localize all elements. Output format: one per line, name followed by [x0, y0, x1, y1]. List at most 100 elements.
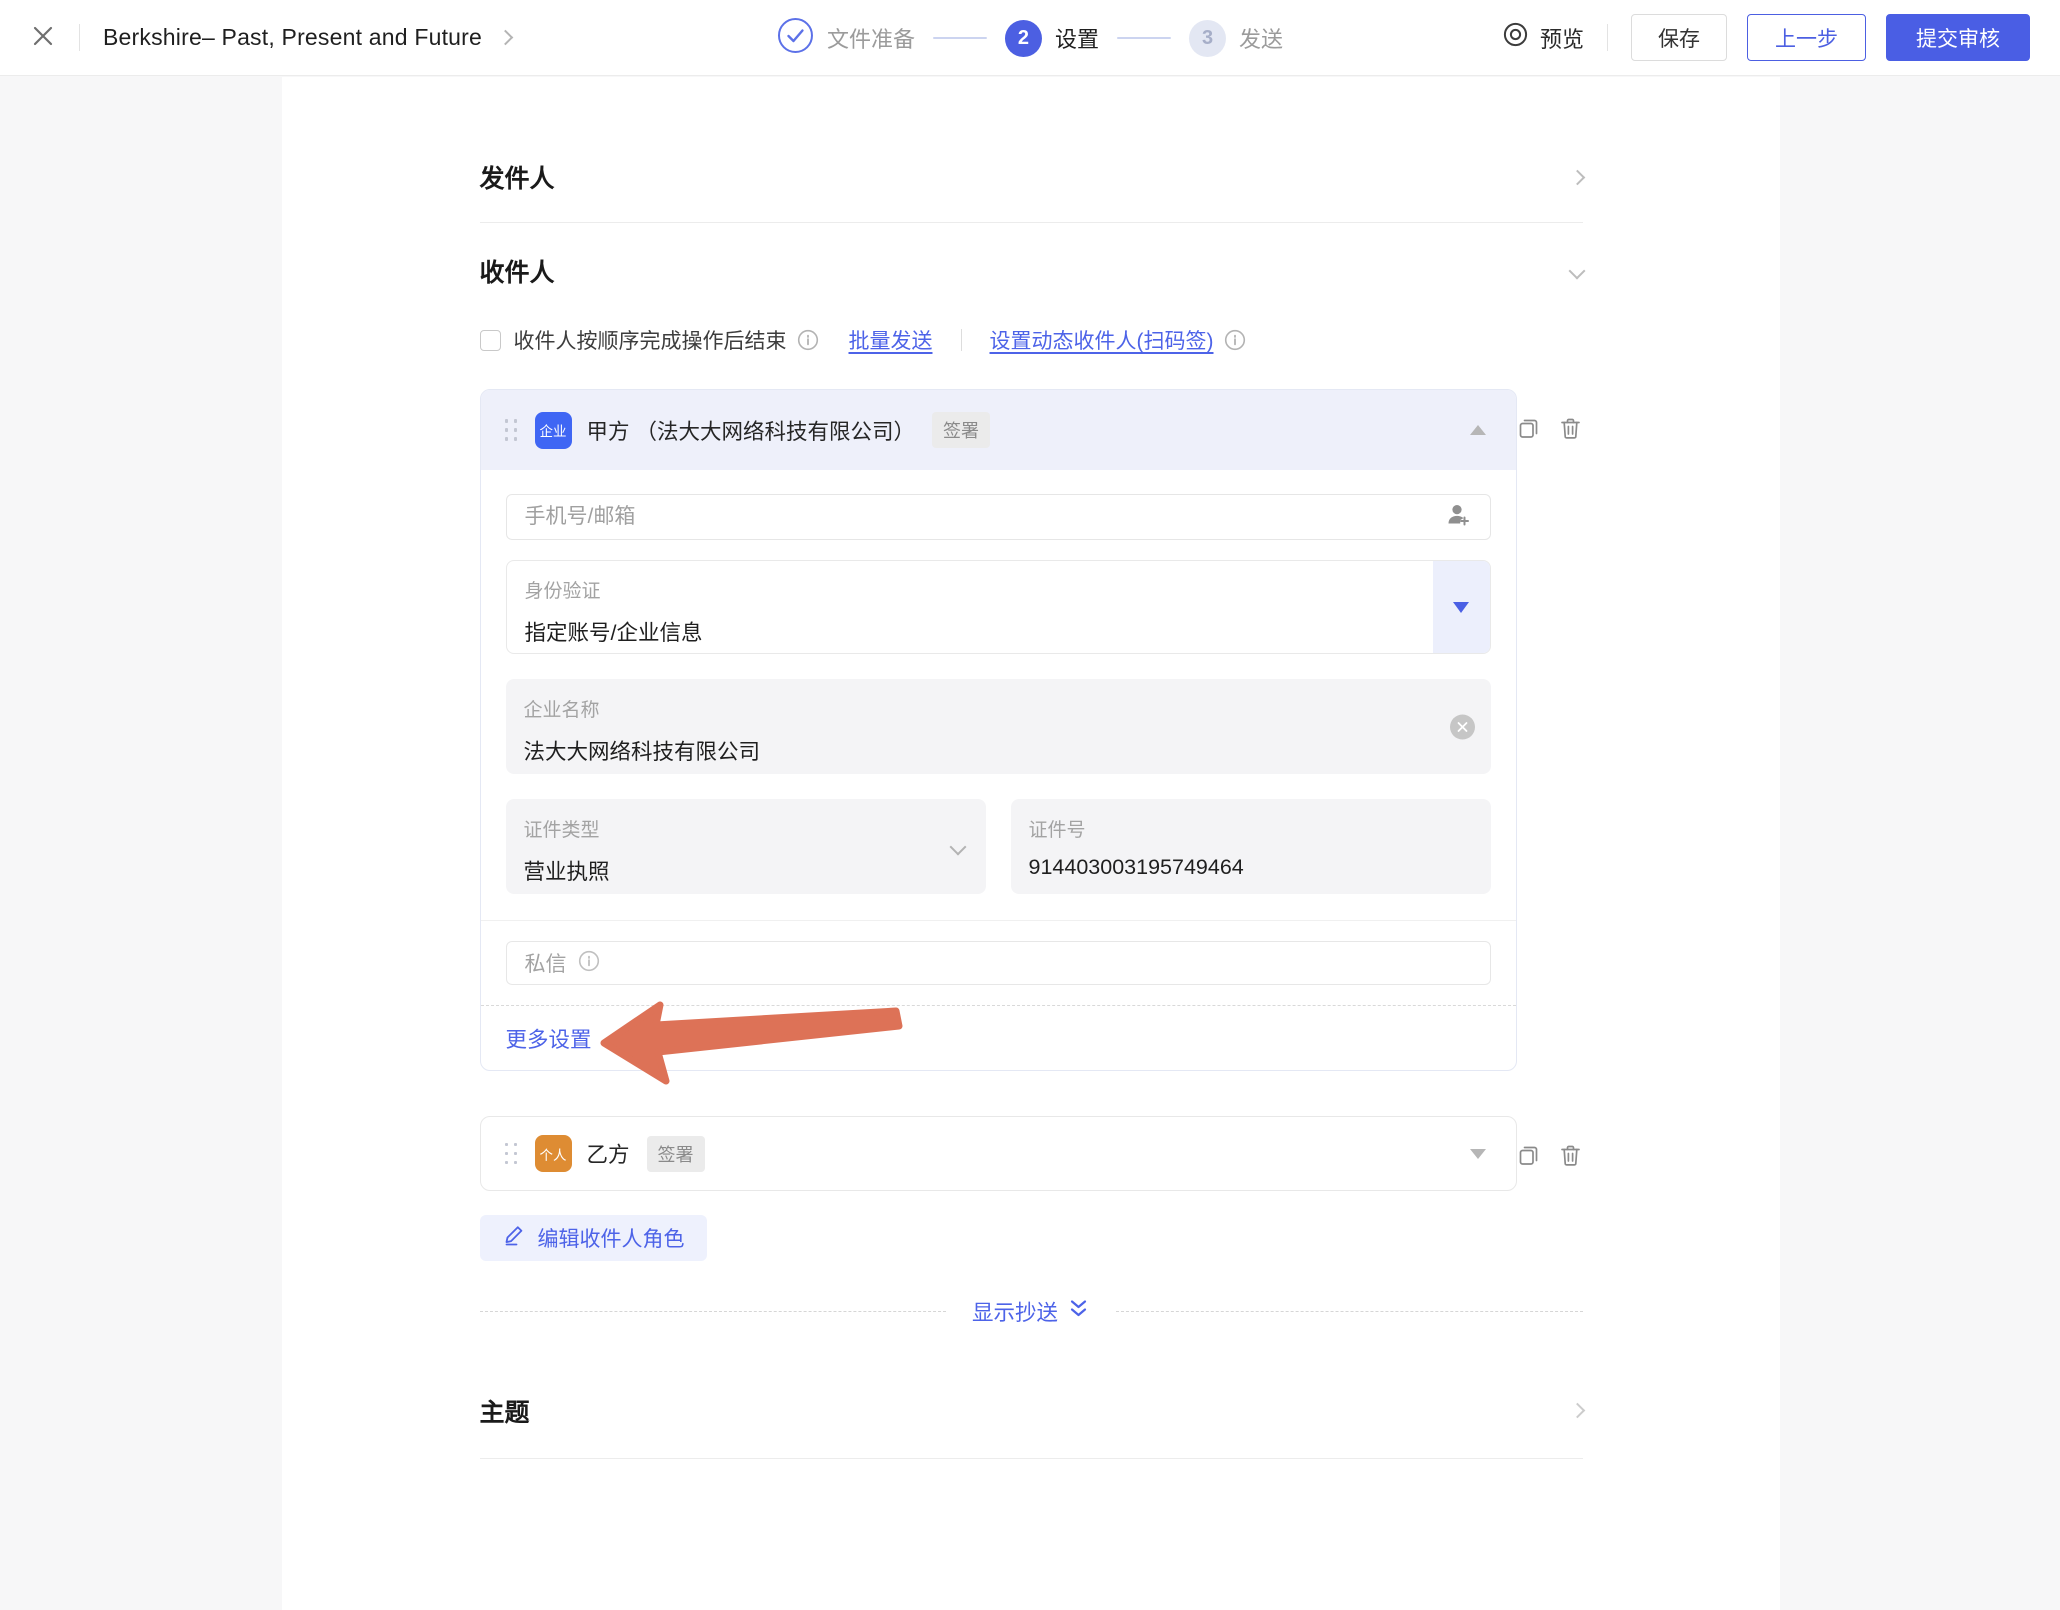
- dynamic-recipient-info-icon[interactable]: [1224, 329, 1246, 351]
- sender-expand-chevron-right-icon[interactable]: [1569, 169, 1585, 185]
- company-name-label: 企业名称: [524, 695, 1473, 722]
- send-settings-page: Berkshire– Past, Present and Future 文件准备…: [0, 0, 2060, 1610]
- duplicate-recipient-icon[interactable]: [1516, 1143, 1541, 1173]
- certificate-number-label: 证件号: [1029, 815, 1473, 842]
- step-label: 设置: [1055, 22, 1099, 54]
- order-finish-info-icon[interactable]: [797, 329, 819, 351]
- private-message-row: 私信: [481, 921, 1516, 1005]
- certificate-type-select[interactable]: 证件类型 营业执照: [506, 799, 986, 894]
- step-indicator: 文件准备 2 设置 3 发送: [777, 0, 1283, 76]
- content-panel: 发件人 收件人 收件人按顺序完成操作后结束 批量发送: [282, 77, 1780, 1610]
- top-bar: Berkshire– Past, Present and Future 文件准备…: [0, 0, 2060, 76]
- order-finish-checkbox[interactable]: [480, 330, 501, 351]
- sender-section-header[interactable]: 发件人: [480, 132, 1583, 222]
- collapse-triangle-up-icon[interactable]: [1470, 425, 1486, 435]
- preview-button[interactable]: 预览: [1502, 21, 1584, 54]
- step-label: 文件准备: [827, 22, 915, 54]
- step-connector: [1117, 37, 1171, 39]
- edit-pencil-icon: [502, 1223, 526, 1253]
- step-number-badge: 3: [1189, 20, 1226, 57]
- certificate-row: 证件类型 营业执照 证件号 914403003195749464: [506, 799, 1491, 894]
- close-icon: [30, 23, 56, 52]
- cc-dashed-line: [1116, 1311, 1583, 1312]
- recipient-card-2-actions: [1516, 1143, 1583, 1173]
- company-name-value: 法大大网络科技有限公司: [524, 735, 1473, 766]
- dynamic-recipient-link[interactable]: 设置动态收件人(扫码签): [990, 325, 1214, 355]
- drag-handle-icon[interactable]: [505, 419, 518, 441]
- close-button[interactable]: [30, 23, 56, 52]
- delete-recipient-trash-icon[interactable]: [1558, 416, 1583, 446]
- recipient-card-1-header[interactable]: 企业 甲方 （法大大网络科技有限公司） 签署: [481, 390, 1516, 470]
- subject-section-title: 主题: [480, 1393, 530, 1429]
- sign-action-tag: 签署: [647, 1136, 705, 1172]
- step-number-badge: 2: [1005, 20, 1042, 57]
- delete-recipient-trash-icon[interactable]: [1558, 1143, 1583, 1173]
- recipient-section-title: 收件人: [480, 253, 555, 289]
- recipient-card-1-wrapper: 企业 甲方 （法大大网络科技有限公司） 签署: [480, 389, 1583, 1071]
- show-cc-link[interactable]: 显示抄送: [972, 1296, 1090, 1327]
- subject-expand-chevron-right-icon[interactable]: [1569, 1403, 1585, 1419]
- recipient-name: 甲方 （法大大网络科技有限公司）: [587, 415, 915, 446]
- private-message-label: 私信: [525, 948, 567, 978]
- clear-company-button[interactable]: [1450, 714, 1475, 739]
- expand-triangle-down-icon[interactable]: [1470, 1149, 1486, 1159]
- duplicate-recipient-icon[interactable]: [1516, 416, 1541, 446]
- certificate-type-label: 证件类型: [524, 815, 968, 842]
- document-title: Berkshire– Past, Present and Future: [103, 24, 482, 51]
- step-settings: 2 设置: [1005, 20, 1099, 57]
- recipient-card-2-wrapper: 个人 乙方 签署: [480, 1116, 1583, 1191]
- top-bar-left: Berkshire– Past, Present and Future: [30, 23, 511, 52]
- sign-action-tag: 签署: [932, 412, 990, 448]
- previous-step-button[interactable]: 上一步: [1747, 14, 1866, 61]
- recipient-name: 乙方: [587, 1138, 630, 1169]
- preview-icon: [1502, 21, 1529, 54]
- show-cc-label: 显示抄送: [972, 1296, 1058, 1327]
- identity-dropdown-strip[interactable]: [1433, 561, 1490, 653]
- recipient-section-header[interactable]: 收件人: [480, 223, 1583, 318]
- private-message-info-icon[interactable]: [578, 950, 600, 977]
- page-background: 发件人 收件人 收件人按顺序完成操作后结束 批量发送: [0, 77, 2060, 1610]
- contact-input[interactable]: [525, 505, 1444, 529]
- edit-recipient-roles-button[interactable]: 编辑收件人角色: [480, 1215, 707, 1261]
- sender-section-title: 发件人: [480, 159, 555, 195]
- recipient-card-1: 企业 甲方 （法大大网络科技有限公司） 签署: [480, 389, 1517, 1071]
- show-cc-row: 显示抄送: [480, 1289, 1583, 1333]
- step-connector: [933, 37, 987, 39]
- section-divider: [480, 1458, 1583, 1459]
- drag-handle-icon[interactable]: [505, 1143, 518, 1165]
- recipient-card-1-body: 身份验证 指定账号/企业信息 企业名称 法大大网络科技有限公司: [481, 470, 1516, 894]
- step-document-prepare: 文件准备: [777, 17, 915, 59]
- identity-label: 身份验证: [525, 576, 1472, 603]
- recipient-card-1-footer: 更多设置: [481, 1006, 1516, 1070]
- title-chevron-right-icon[interactable]: [498, 30, 514, 46]
- more-settings-link[interactable]: 更多设置: [506, 1023, 592, 1054]
- step-label: 发送: [1239, 22, 1283, 54]
- add-contact-person-icon[interactable]: [1444, 501, 1472, 534]
- step-send: 3 发送: [1189, 20, 1283, 57]
- private-message-input[interactable]: 私信: [506, 941, 1491, 985]
- enterprise-badge: 企业: [535, 412, 572, 449]
- certificate-number-field[interactable]: 证件号 914403003195749464: [1011, 799, 1491, 894]
- identity-value: 指定账号/企业信息: [525, 616, 1472, 647]
- double-chevron-down-icon: [1067, 1297, 1090, 1326]
- submit-review-button[interactable]: 提交审核: [1886, 14, 2030, 61]
- certificate-number-value: 914403003195749464: [1029, 855, 1473, 880]
- contact-input-box: [506, 494, 1491, 540]
- actions-divider: [1607, 24, 1608, 51]
- step-done-check-icon: [777, 17, 814, 59]
- cc-dashed-line: [480, 1311, 947, 1312]
- preview-label: 预览: [1540, 22, 1584, 54]
- subject-section-header[interactable]: 主题: [480, 1363, 1583, 1458]
- batch-send-link[interactable]: 批量发送: [849, 325, 933, 355]
- edit-recipient-roles-label: 编辑收件人角色: [538, 1223, 685, 1253]
- recipient-collapse-chevron-down-icon[interactable]: [1568, 262, 1585, 279]
- company-name-field[interactable]: 企业名称 法大大网络科技有限公司: [506, 679, 1491, 774]
- person-badge: 个人: [535, 1135, 572, 1172]
- identity-verification-select[interactable]: 身份验证 指定账号/企业信息: [506, 560, 1491, 654]
- title-divider: [79, 24, 80, 51]
- save-button[interactable]: 保存: [1631, 14, 1727, 61]
- order-finish-label: 收件人按顺序完成操作后结束: [514, 325, 787, 355]
- recipient-card-1-actions: [1516, 416, 1583, 446]
- top-bar-actions: 预览 保存 上一步 提交审核: [1502, 14, 2030, 61]
- recipient-card-2[interactable]: 个人 乙方 签署: [480, 1116, 1517, 1191]
